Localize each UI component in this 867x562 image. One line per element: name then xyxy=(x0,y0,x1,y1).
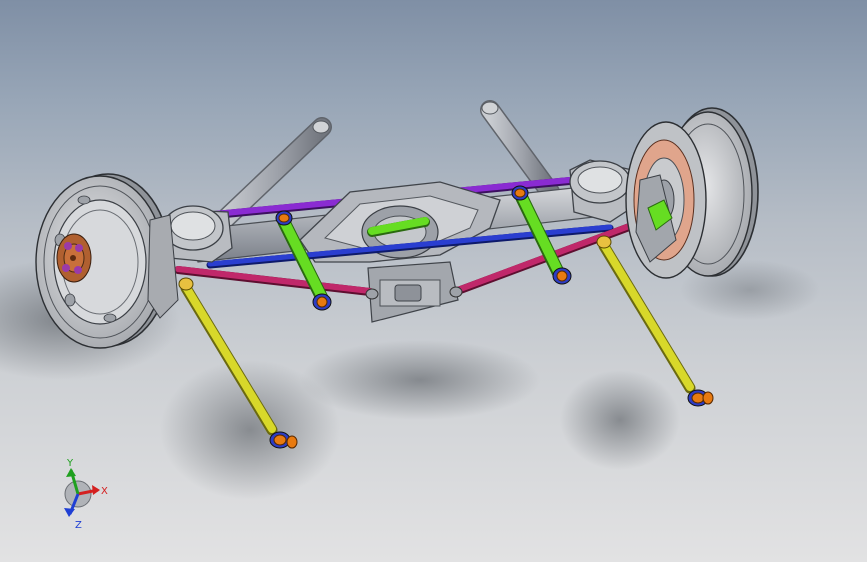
cad-viewport[interactable]: X Y Z xyxy=(0,0,867,562)
right-wheel[interactable] xyxy=(625,107,759,279)
triad-y-arrow xyxy=(66,468,76,477)
torque-tube-right[interactable] xyxy=(480,100,560,202)
left-hub xyxy=(56,233,92,283)
suspension-assembly-view[interactable]: X Y Z xyxy=(0,0,867,562)
lower-link-magenta-left[interactable] xyxy=(174,266,374,296)
triad-z-arrow xyxy=(64,508,75,517)
triad-y-label: Y xyxy=(66,458,74,469)
triad-x-label: X xyxy=(101,486,108,497)
triad-z-label: Z xyxy=(75,520,82,531)
triad-x-arrow xyxy=(92,485,100,495)
reference-triad[interactable]: X Y Z xyxy=(64,458,108,531)
